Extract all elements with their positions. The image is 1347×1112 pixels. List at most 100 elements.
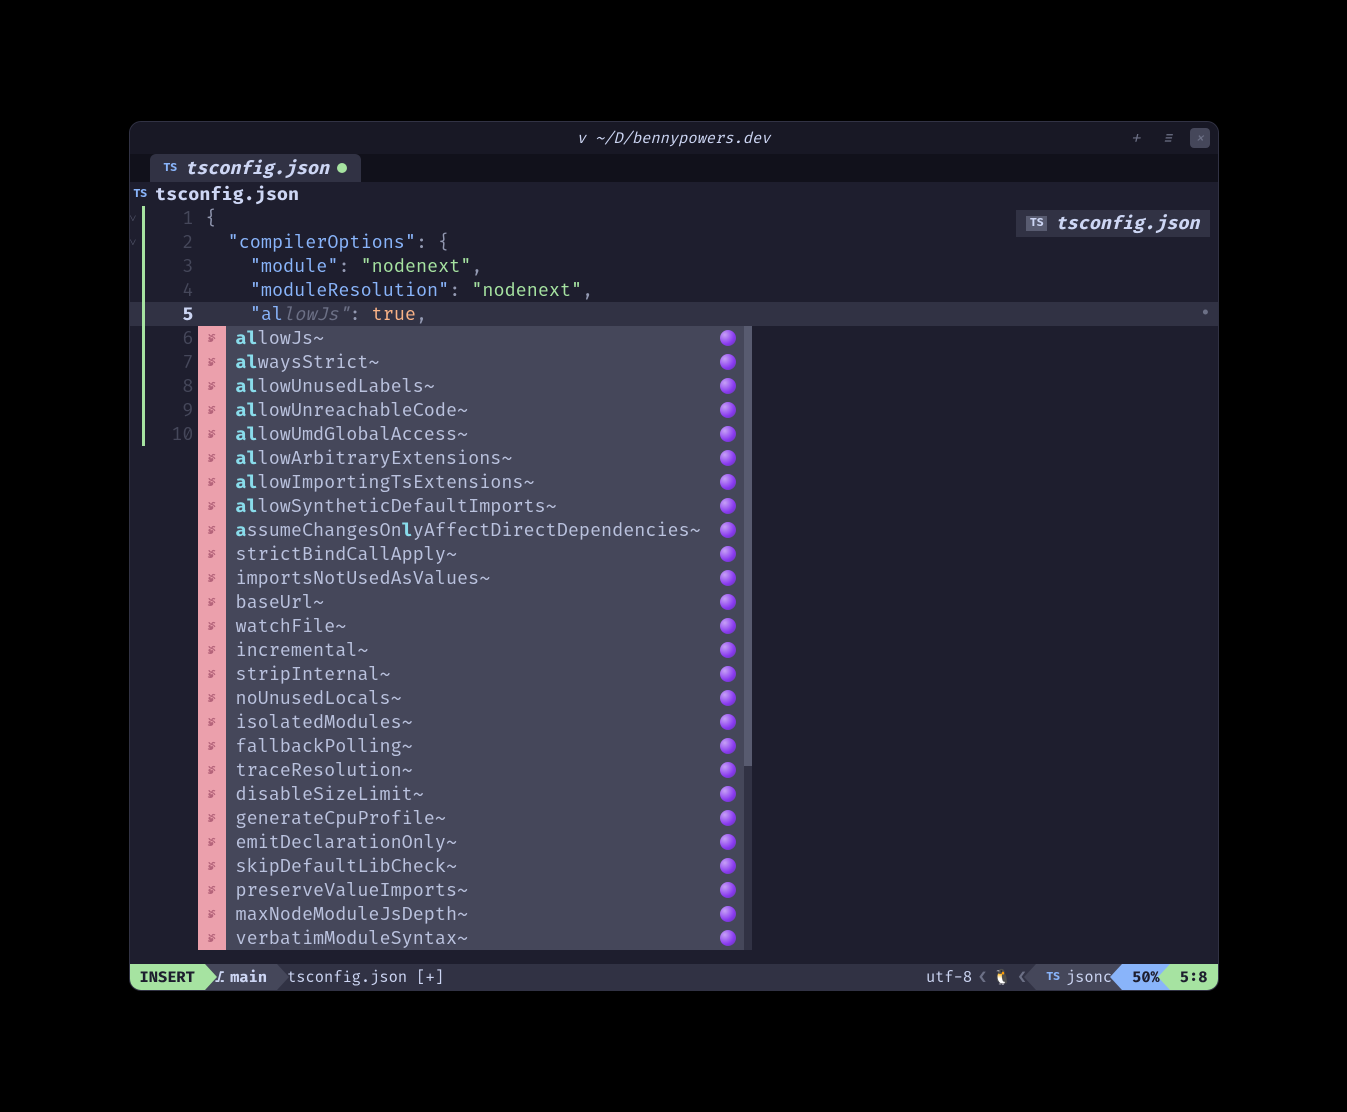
- completion-item[interactable]: allowUmdGlobalAccess~: [226, 422, 744, 446]
- close-button[interactable]: ×: [1190, 128, 1210, 148]
- tab-filename: tsconfig.json: [185, 157, 329, 180]
- completion-item[interactable]: traceResolution~: [226, 758, 744, 782]
- source-orb-icon: [720, 330, 736, 346]
- source-orb-icon: [720, 570, 736, 586]
- code-content[interactable]: "module": "nodenext",: [198, 255, 483, 278]
- completion-kind-icon: ☙: [198, 734, 226, 758]
- git-sign: [142, 278, 145, 302]
- completion-item[interactable]: importsNotUsedAsValues~: [226, 566, 744, 590]
- completion-item[interactable]: fallbackPolling~: [226, 734, 744, 758]
- new-tab-button[interactable]: +: [1126, 128, 1146, 148]
- completion-item[interactable]: allowJs~: [226, 326, 744, 350]
- completion-item[interactable]: alwaysStrict~: [226, 350, 744, 374]
- line-number: 1: [170, 207, 194, 230]
- source-orb-icon: [720, 858, 736, 874]
- completion-item[interactable]: allowUnusedLabels~: [226, 374, 744, 398]
- code-content[interactable]: "allowJs": true,: [198, 303, 428, 326]
- completion-kind-icon: ☙: [198, 878, 226, 902]
- completion-popup[interactable]: ☙☙☙☙☙☙☙☙☙☙☙☙☙☙☙☙☙☙☙☙☙☙☙☙☙☙ allowJs~alway…: [198, 326, 752, 950]
- completion-item[interactable]: allowUnreachableCode~: [226, 398, 744, 422]
- filebar-filename: tsconfig.json: [155, 183, 299, 206]
- completion-item[interactable]: isolatedModules~: [226, 710, 744, 734]
- completion-kind-icon: ☙: [198, 902, 226, 926]
- file-bar: TS tsconfig.json: [130, 182, 1218, 206]
- source-orb-icon: [720, 522, 736, 538]
- source-orb-icon: [720, 354, 736, 370]
- completion-kind-icon: ☙: [198, 662, 226, 686]
- source-orb-icon: [720, 450, 736, 466]
- statusline-filename: tsconfig.json [+]: [277, 964, 454, 990]
- completion-kind-icon: ☙: [198, 854, 226, 878]
- completion-scrollbar[interactable]: [744, 326, 752, 950]
- completion-kind-icon: ☙: [198, 782, 226, 806]
- git-sign: [142, 422, 145, 446]
- code-line[interactable]: ˅ 1{: [130, 206, 1218, 230]
- code-line[interactable]: 5• "allowJs": true,: [130, 302, 1218, 326]
- completion-kind-icon: ☙: [198, 518, 226, 542]
- completion-kind-icon: ☙: [198, 686, 226, 710]
- completion-item[interactable]: assumeChangesOnlyAffectDirectDependencie…: [226, 518, 744, 542]
- code-line[interactable]: ˅ 2 "compilerOptions": {: [130, 230, 1218, 254]
- completion-kind-icon: ☙: [198, 590, 226, 614]
- statusline: INSERT ⎇ main tsconfig.json [+] utf-8 ❮ …: [130, 964, 1218, 990]
- fold-icon[interactable]: ˅: [130, 211, 137, 226]
- gutter: 7: [130, 351, 198, 374]
- scrollbar-thumb[interactable]: [744, 326, 752, 766]
- completion-item[interactable]: preserveValueImports~: [226, 878, 744, 902]
- completion-kind-icon: ☙: [198, 326, 226, 350]
- completion-item[interactable]: strictBindCallApply~: [226, 542, 744, 566]
- code-content[interactable]: "compilerOptions": {: [198, 231, 450, 254]
- source-orb-icon: [720, 546, 736, 562]
- completion-item[interactable]: generateCpuProfile~: [226, 806, 744, 830]
- git-sign: [142, 374, 145, 398]
- completion-item[interactable]: stripInternal~: [226, 662, 744, 686]
- line-number: 8: [170, 375, 194, 398]
- completion-item[interactable]: incremental~: [226, 638, 744, 662]
- completion-kind-icon: ☙: [198, 374, 226, 398]
- modified-indicator-icon: [337, 163, 347, 173]
- completion-kind-icon: ☙: [198, 926, 226, 950]
- source-orb-icon: [720, 834, 736, 850]
- completion-item[interactable]: verbatimModuleSyntax~: [226, 926, 744, 950]
- completion-item[interactable]: emitDeclarationOnly~: [226, 830, 744, 854]
- encoding-segment: utf-8 ❮ 🐧 ❮: [916, 964, 1036, 990]
- code-line[interactable]: 4 "moduleResolution": "nodenext",: [130, 278, 1218, 302]
- git-sign: [142, 326, 145, 350]
- git-sign: [142, 206, 145, 230]
- completion-kind-icon: ☙: [198, 470, 226, 494]
- completion-item[interactable]: allowImportingTsExtensions~: [226, 470, 744, 494]
- fold-icon[interactable]: ˅: [130, 235, 137, 250]
- line-number: 4: [170, 279, 194, 302]
- completion-kind-icon: ☙: [198, 398, 226, 422]
- mode-indicator: INSERT: [130, 964, 205, 990]
- completion-item[interactable]: watchFile~: [226, 614, 744, 638]
- completion-item[interactable]: allowArbitraryExtensions~: [226, 446, 744, 470]
- tab-bar: TS tsconfig.json: [130, 154, 1218, 182]
- gutter: 5: [130, 303, 198, 326]
- gutter: 9: [130, 399, 198, 422]
- source-orb-icon: [720, 810, 736, 826]
- completion-item[interactable]: allowSyntheticDefaultImports~: [226, 494, 744, 518]
- code-content[interactable]: {: [198, 207, 217, 230]
- code-content[interactable]: "moduleResolution": "nodenext",: [198, 279, 594, 302]
- line-number: 2: [170, 231, 194, 254]
- statusline-spacer: [454, 964, 916, 990]
- completion-item[interactable]: disableSizeLimit~: [226, 782, 744, 806]
- completion-kind-icon: ☙: [198, 710, 226, 734]
- titlebar-controls: + ≡ ×: [1126, 128, 1210, 148]
- gutter: 6: [130, 327, 198, 350]
- code-line[interactable]: 3 "module": "nodenext",: [130, 254, 1218, 278]
- completion-item[interactable]: noUnusedLocals~: [226, 686, 744, 710]
- completion-list[interactable]: allowJs~alwaysStrict~allowUnusedLabels~a…: [226, 326, 744, 950]
- completion-item[interactable]: maxNodeModuleJsDepth~: [226, 902, 744, 926]
- git-sign: [142, 230, 145, 254]
- editor-tab[interactable]: TS tsconfig.json: [150, 154, 362, 182]
- completion-kind-icon: ☙: [198, 350, 226, 374]
- completion-item[interactable]: baseUrl~: [226, 590, 744, 614]
- menu-button[interactable]: ≡: [1158, 128, 1178, 148]
- completion-kind-icon: ☙: [198, 566, 226, 590]
- source-orb-icon: [720, 762, 736, 778]
- source-orb-icon: [720, 426, 736, 442]
- completion-item[interactable]: skipDefaultLibCheck~: [226, 854, 744, 878]
- editor-area[interactable]: TS tsconfig.json ˅1{˅2 "compilerOptions"…: [130, 206, 1218, 964]
